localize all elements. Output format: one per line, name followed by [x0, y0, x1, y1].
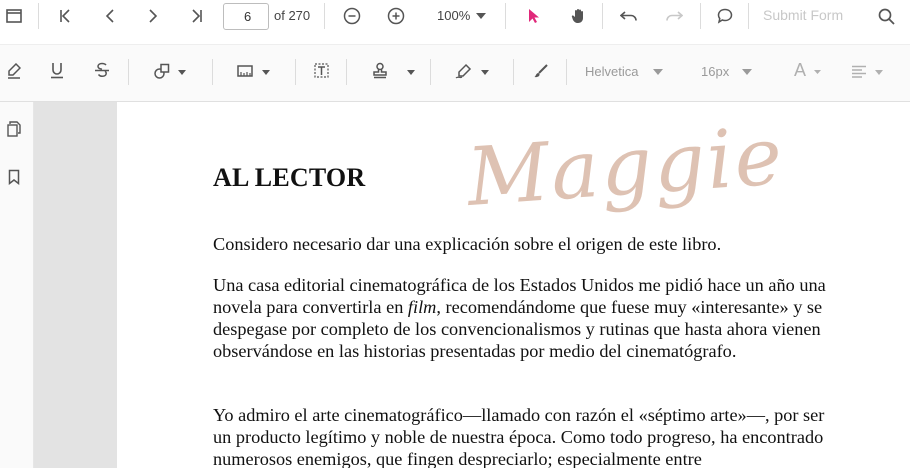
chevron-down-icon[interactable]: [176, 67, 188, 77]
submit-form-button[interactable]: Submit Form: [763, 7, 843, 23]
stamp-icon[interactable]: [370, 60, 390, 80]
main-toolbar: 6 of 270 100% Submit Form: [0, 0, 910, 33]
divider: [602, 3, 603, 29]
signature-watermark: Maggie: [464, 109, 787, 224]
undo-icon[interactable]: [619, 6, 639, 26]
divider: [295, 59, 296, 85]
paragraph-2-italic: film: [407, 297, 437, 317]
ink-icon[interactable]: [531, 61, 551, 81]
divider: [430, 59, 431, 85]
previous-page-icon[interactable]: [100, 6, 120, 26]
chevron-down-icon[interactable]: [260, 67, 272, 77]
text-color-button[interactable]: A: [794, 60, 806, 81]
paragraph-3: Yo admiro el arte cinematográfico—llamad…: [213, 405, 825, 468]
page-total: of 270: [274, 8, 311, 23]
divider: [212, 59, 213, 85]
text-align-icon[interactable]: [849, 61, 869, 81]
divider: [566, 59, 567, 85]
divider: [324, 3, 325, 29]
bookmark-icon[interactable]: [5, 167, 23, 187]
font-family-value: Helvetica: [585, 64, 639, 79]
chevron-down-icon[interactable]: [474, 11, 488, 21]
font-size-dropdown[interactable]: 16px: [701, 64, 729, 79]
comment-icon[interactable]: [715, 6, 735, 26]
divider: [513, 59, 514, 85]
paragraph-1: Considero necesario dar una explicación …: [213, 234, 722, 254]
zoom-out-icon[interactable]: [342, 6, 362, 26]
calibrate-icon[interactable]: [235, 61, 255, 81]
redo-icon[interactable]: [664, 6, 684, 26]
divider: [128, 59, 129, 85]
zoom-value: 100%: [437, 8, 471, 23]
signature-icon[interactable]: [454, 61, 474, 81]
first-page-icon[interactable]: [55, 6, 75, 26]
navigation-sidebar: [0, 102, 34, 468]
last-page-icon[interactable]: [187, 6, 207, 26]
chevron-down-icon[interactable]: [479, 67, 491, 77]
viewer-gutter: [34, 102, 117, 468]
document-page[interactable]: Maggie AL LECTOR Considero necesario dar…: [117, 102, 910, 468]
page-thumbnails-icon[interactable]: [5, 119, 23, 139]
font-family-dropdown[interactable]: Helvetica: [585, 64, 638, 79]
divider: [346, 59, 347, 85]
underline-icon[interactable]: [48, 60, 66, 80]
divider: [38, 3, 39, 29]
paragraph-2: Una casa editorial cinematográfica de lo…: [213, 274, 843, 362]
chevron-down-icon[interactable]: [812, 67, 822, 77]
select-cursor-icon[interactable]: [524, 6, 544, 26]
chevron-down-icon[interactable]: [741, 67, 753, 77]
chevron-down-icon[interactable]: [874, 67, 884, 77]
divider: [748, 3, 749, 29]
annotation-toolbar: Helvetica 16px A: [0, 44, 910, 102]
divider: [505, 3, 506, 29]
text-color-letter: A: [794, 60, 807, 80]
pan-hand-icon[interactable]: [568, 5, 590, 27]
page-title: AL LECTOR: [213, 163, 366, 192]
chevron-down-icon[interactable]: [405, 67, 417, 77]
font-size-value: 16px: [701, 64, 730, 79]
search-icon[interactable]: [876, 6, 896, 26]
zoom-in-icon[interactable]: [386, 6, 406, 26]
zoom-dropdown[interactable]: 100%: [437, 8, 470, 23]
strikethrough-icon[interactable]: [92, 60, 112, 80]
page-number-input[interactable]: 6: [223, 3, 269, 30]
chevron-down-icon[interactable]: [652, 67, 664, 77]
highlight-icon[interactable]: [5, 61, 23, 81]
sidebar-toggle-icon[interactable]: [4, 6, 24, 26]
page-number-value: 6: [244, 9, 252, 24]
shape-icon[interactable]: [152, 61, 172, 81]
textbox-icon[interactable]: [311, 60, 331, 80]
next-page-icon[interactable]: [143, 6, 163, 26]
divider: [700, 3, 701, 29]
